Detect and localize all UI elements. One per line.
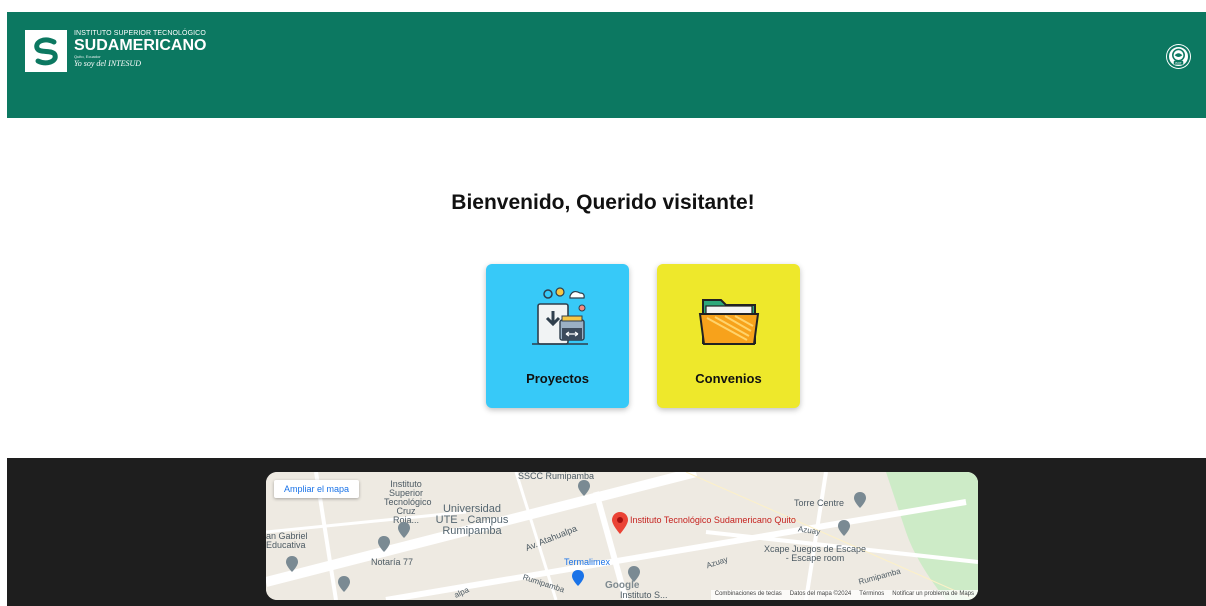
- logo-location: Quito, Ecuador: [74, 54, 101, 59]
- svg-text:EXIT: EXIT: [1175, 60, 1182, 64]
- map-place-universidad[interactable]: Universidad UTE - Campus Rumipamba: [434, 504, 510, 537]
- map-place-termalimex[interactable]: Termalimex: [564, 558, 610, 567]
- page: INSTITUTO SUPERIOR TECNOLÓGICO SUDAMERIC…: [0, 0, 1206, 606]
- map-poi-icon: [838, 520, 850, 536]
- map-poi-icon: [572, 570, 584, 586]
- map-pin-label[interactable]: Instituto Tecnológico Sudamericano Quito: [630, 515, 796, 525]
- map-place-instituto-s[interactable]: Instituto S...: [620, 591, 668, 600]
- report-problem-link[interactable]: Notificar un problema de Maps: [892, 591, 974, 599]
- welcome-heading: Bienvenido, Querido visitante!: [451, 191, 755, 214]
- proyectos-card[interactable]: Proyectos: [486, 264, 629, 408]
- convenios-label: Convenios: [695, 371, 762, 386]
- map-poi-icon: [378, 536, 390, 552]
- document-archive-icon: [532, 287, 588, 345]
- exit-icon: EXIT: [1172, 48, 1185, 64]
- proyectos-label: Proyectos: [526, 371, 589, 386]
- enlarge-map-link[interactable]: Ampliar el mapa: [274, 480, 360, 498]
- map-poi-icon: [398, 522, 410, 538]
- map-place-xcape[interactable]: Xcape Juegos de Escape - Escape room: [762, 545, 868, 563]
- map-attribution: Combinaciones de teclas Datos del mapa ©…: [710, 590, 978, 600]
- convenios-card[interactable]: Convenios: [657, 264, 800, 408]
- map-poi-icon: [286, 556, 298, 572]
- location-pin-icon[interactable]: [612, 512, 628, 534]
- map-place-instituto-superior[interactable]: Instituto Superior Tecnológico Cruz Roja…: [384, 480, 432, 525]
- map-place-notaria[interactable]: Notaría 77: [371, 558, 413, 567]
- google-logo: Google: [605, 580, 640, 591]
- header-bar: INSTITUTO SUPERIOR TECNOLÓGICO SUDAMERIC…: [7, 12, 1206, 118]
- map-poi-icon: [338, 576, 350, 592]
- logo-title: SUDAMERICANO: [74, 37, 207, 54]
- logo-slogan: Yo soy del INTESUD: [74, 59, 142, 68]
- map-poi-icon: [854, 492, 866, 508]
- folder-icon: [698, 299, 760, 345]
- logo-subtitle: INSTITUTO SUPERIOR TECNOLÓGICO: [74, 30, 206, 37]
- keyboard-shortcuts-link[interactable]: Combinaciones de teclas: [715, 591, 782, 599]
- institute-logo[interactable]: INSTITUTO SUPERIOR TECNOLÓGICO SUDAMERIC…: [25, 30, 206, 72]
- exit-button[interactable]: EXIT: [1167, 45, 1190, 68]
- logo-emblem-icon: [25, 30, 67, 72]
- map-place-torre[interactable]: Torre Centre: [794, 499, 844, 508]
- embedded-map[interactable]: Ampliar el mapa Instituto Superior Tecno…: [266, 472, 978, 600]
- map-data-text: Datos del mapa ©2024: [789, 591, 852, 597]
- map-poi-icon: [578, 480, 590, 496]
- terms-link[interactable]: Términos: [859, 591, 884, 599]
- map-place-san-gabriel[interactable]: an Gabriel Educativa: [266, 532, 310, 550]
